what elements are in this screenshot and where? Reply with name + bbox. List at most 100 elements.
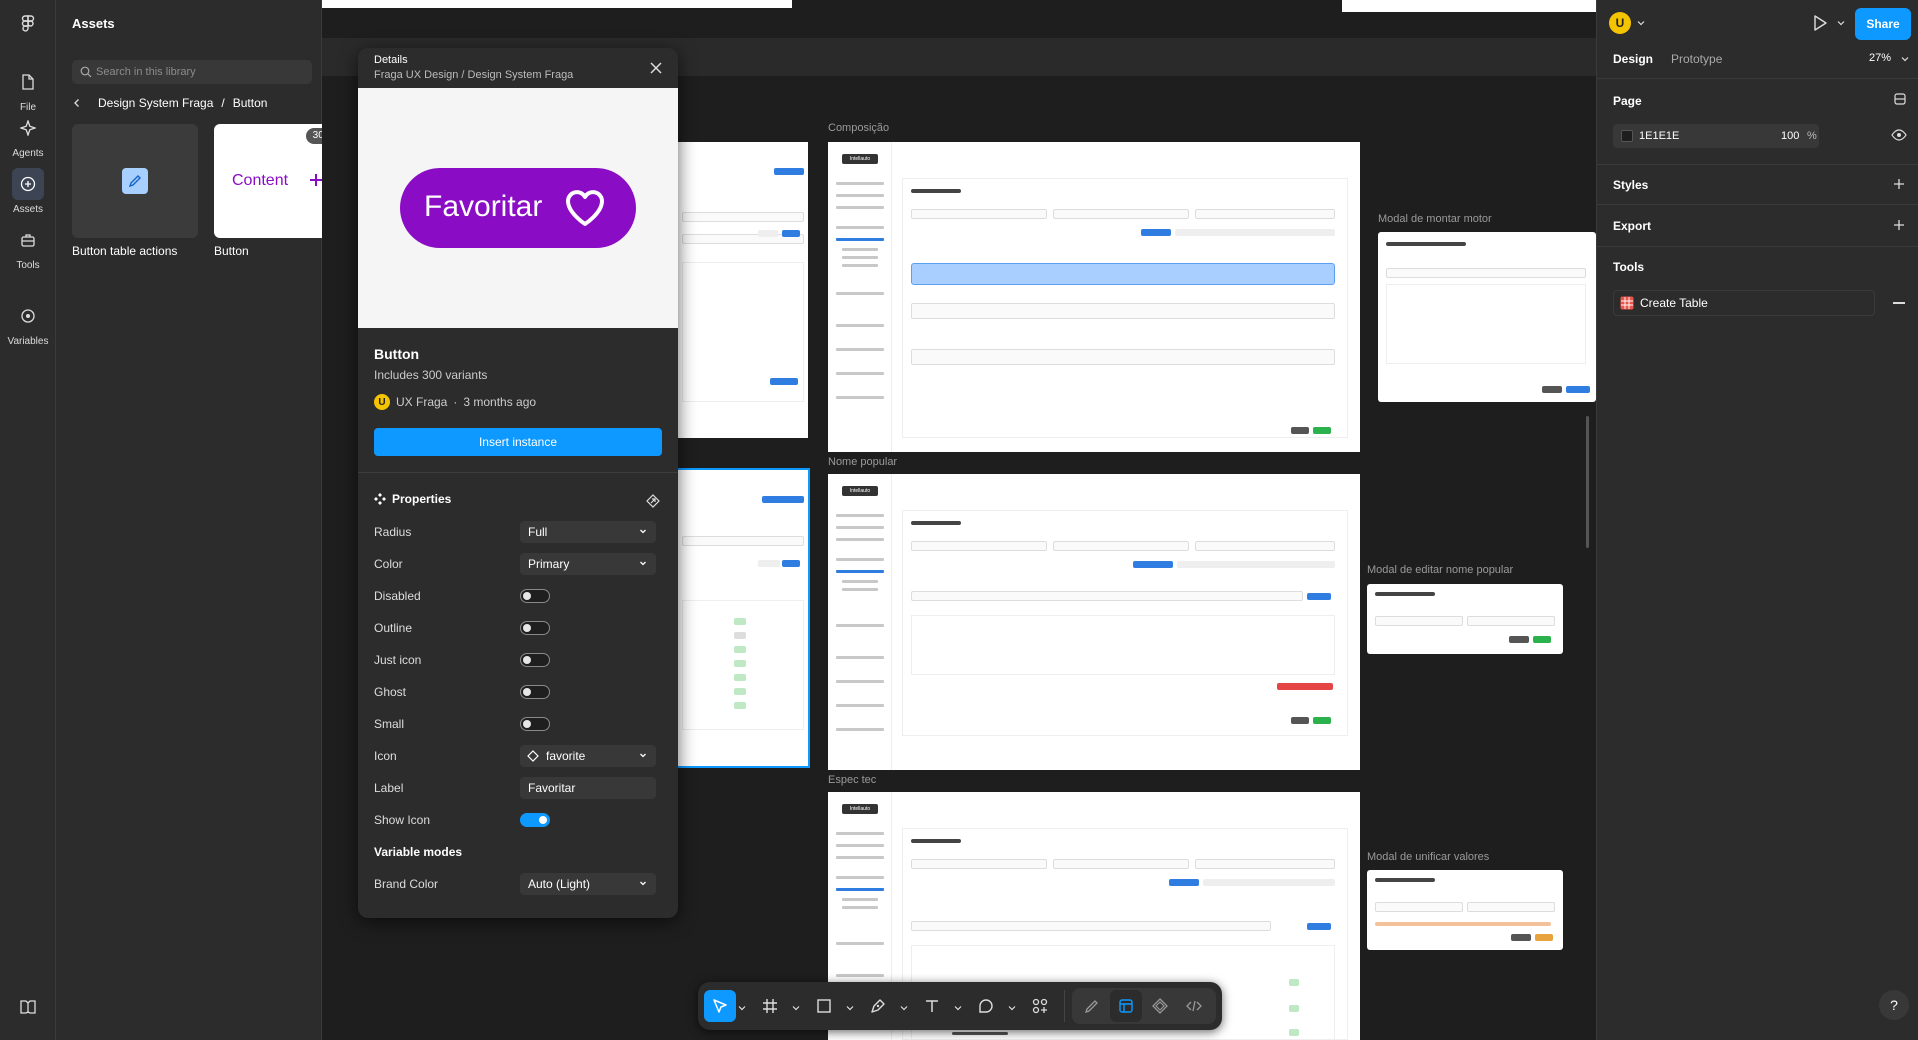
chevron-down-icon[interactable] (1901, 55, 1909, 63)
breadcrumb-library[interactable]: Design System Fraga (98, 96, 213, 110)
chevron-down-icon[interactable] (900, 1004, 908, 1012)
pen-tool-button[interactable] (862, 990, 894, 1022)
share-button[interactable]: Share (1855, 8, 1911, 40)
visibility-eye-icon[interactable] (1891, 128, 1907, 142)
actions-tool-button[interactable] (1024, 990, 1056, 1022)
file-icon (12, 66, 44, 98)
page-settings-icon[interactable] (1893, 92, 1907, 106)
rail-tools[interactable]: Tools (0, 224, 56, 271)
icon-instance-select[interactable]: favorite (520, 745, 656, 767)
user-avatar[interactable]: U (1609, 12, 1631, 34)
chevron-down-icon[interactable] (1008, 1004, 1016, 1012)
frame-composicao[interactable]: Intellauto (828, 142, 1360, 452)
vertical-scrollbar[interactable] (1586, 416, 1589, 548)
frame-modal-unificar[interactable] (1367, 870, 1563, 950)
edit-pencil-icon (122, 168, 148, 194)
brand-color-select[interactable]: Auto (Light) (520, 873, 656, 895)
just-icon-toggle[interactable] (520, 653, 550, 667)
page-fill-row[interactable]: 1E1E1E 100 % (1613, 124, 1819, 148)
outline-toggle[interactable] (520, 621, 550, 635)
chevron-down-icon[interactable] (792, 1004, 800, 1012)
bottom-toolbar (698, 982, 1222, 1030)
radius-value: Full (528, 525, 548, 539)
chevron-down-icon (638, 750, 648, 760)
percent-sign: % (1807, 130, 1817, 142)
frame-label-nome-popular: Nome popular (828, 456, 898, 468)
rail-agents[interactable]: Agents (0, 112, 56, 159)
rail-variables[interactable]: Variables (0, 300, 56, 347)
close-icon[interactable] (650, 62, 662, 74)
frame-modal-motor[interactable] (1378, 232, 1596, 402)
rail-assets[interactable]: Assets (0, 168, 56, 215)
frame-nome-popular[interactable]: Intellauto (828, 474, 1360, 770)
text-t-icon (924, 998, 940, 1014)
tab-prototype[interactable]: Prototype (1671, 52, 1722, 66)
frame-lista-2[interactable] (676, 468, 810, 768)
frame-tool-button[interactable] (754, 990, 786, 1022)
show-icon-toggle[interactable] (520, 813, 550, 827)
frame-top-cut[interactable] (322, 0, 792, 8)
text-tool-button[interactable] (916, 990, 948, 1022)
chevron-down-icon (638, 526, 648, 536)
design-mode-button[interactable] (1110, 990, 1142, 1022)
details-path: Fraga UX Design / Design System Fraga (374, 69, 574, 81)
horizontal-scrollbar[interactable] (952, 1032, 1008, 1035)
author-avatar: U (374, 394, 390, 410)
create-table-tool[interactable]: Create Table (1613, 290, 1875, 316)
rail-agents-label: Agents (12, 148, 44, 159)
present-play-icon[interactable] (1811, 14, 1829, 32)
code-mode-button[interactable] (1178, 990, 1210, 1022)
library-search-input[interactable]: Search in this library (72, 60, 312, 84)
add-style-plus-icon[interactable] (1893, 178, 1905, 190)
icon-value: favorite (546, 749, 586, 763)
properties-header: Properties (374, 492, 451, 506)
back-chevron-icon[interactable] (72, 98, 82, 108)
go-to-main-component-icon[interactable] (646, 494, 660, 508)
rail-file[interactable]: File (0, 66, 56, 113)
rectangle-tool-button[interactable] (808, 990, 840, 1022)
left-rail: File Agents Assets Tools Variables (0, 0, 56, 1040)
radius-select[interactable]: Full (520, 521, 656, 543)
chevron-down-icon[interactable] (1637, 19, 1645, 27)
tab-design[interactable]: Design (1613, 52, 1653, 66)
color-select[interactable]: Primary (520, 553, 656, 575)
prop-small-label: Small (374, 717, 405, 731)
prop-color: Color Primary (374, 552, 664, 576)
dev-mode-button[interactable] (1144, 990, 1176, 1022)
frame-modal-nome[interactable] (1367, 584, 1563, 654)
insert-instance-button[interactable]: Insert instance (374, 428, 662, 456)
prop-show-icon: Show Icon (374, 808, 664, 832)
disabled-toggle[interactable] (520, 589, 550, 603)
assets-title: Assets (72, 16, 115, 31)
layout-icon (1118, 998, 1134, 1014)
prop-brand-color: Brand Color Auto (Light) (374, 872, 664, 896)
page-color-swatch[interactable] (1621, 130, 1633, 142)
frame-lista-1[interactable] (678, 142, 808, 438)
comment-tool-button[interactable] (970, 990, 1002, 1022)
label-text-input[interactable]: Favoritar (520, 777, 656, 799)
tools-section-title: Tools (1613, 260, 1645, 274)
frame-top-right-cut[interactable] (1342, 0, 1596, 12)
details-header: Details (374, 54, 408, 66)
draw-mode-button[interactable] (1076, 990, 1108, 1022)
variable-modes-title: Variable modes (374, 845, 463, 859)
component-diamonds-icon (374, 493, 386, 505)
component-thumb-button-table-actions[interactable] (72, 124, 198, 238)
prop-outline: Outline (374, 616, 664, 640)
chevron-down-icon[interactable] (1837, 19, 1845, 27)
move-tool-button[interactable] (704, 990, 736, 1022)
library-book-icon[interactable] (20, 1000, 36, 1014)
zoom-level[interactable]: 27% (1869, 52, 1891, 64)
help-button[interactable]: ? (1879, 990, 1909, 1020)
remove-tool-minus-icon[interactable] (1893, 302, 1905, 304)
chevron-down-icon[interactable] (846, 1004, 854, 1012)
add-export-plus-icon[interactable] (1893, 219, 1905, 231)
ghost-toggle[interactable] (520, 685, 550, 699)
chevron-down-icon[interactable] (738, 1004, 746, 1012)
page-color-hex[interactable]: 1E1E1E (1639, 130, 1679, 142)
chevron-down-icon[interactable] (954, 1004, 962, 1012)
small-toggle[interactable] (520, 717, 550, 731)
page-opacity[interactable]: 100 (1781, 130, 1799, 142)
author-name: UX Fraga (396, 395, 448, 409)
figma-menu-icon[interactable] (18, 14, 38, 34)
